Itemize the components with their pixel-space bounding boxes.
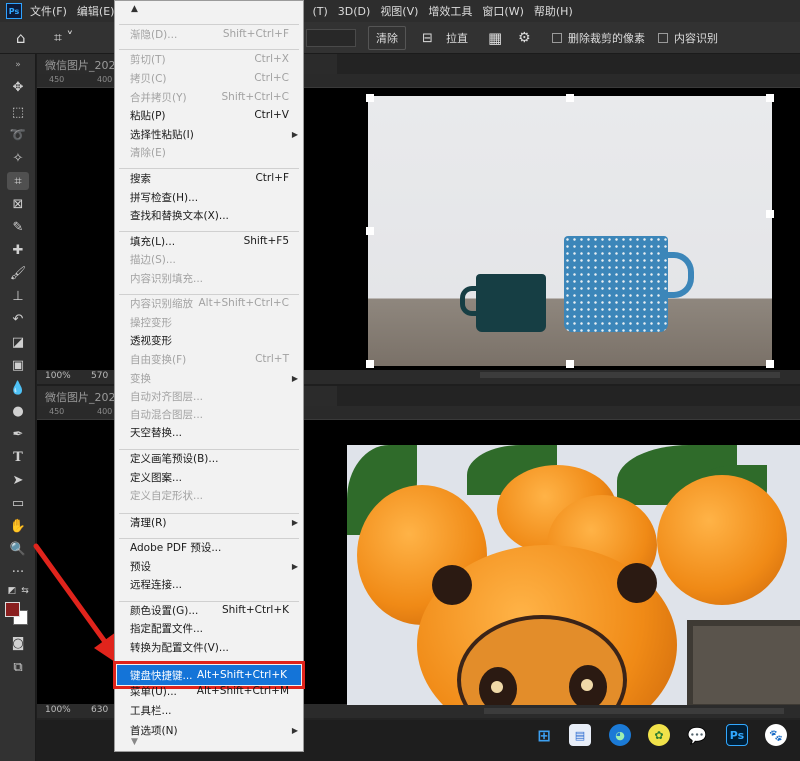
submenu-arrow-icon: ▶ [291, 517, 298, 527]
scroll-up-icon[interactable]: ▲ [115, 1, 303, 21]
menu-item-shortcut: Shift+Ctrl+F [222, 28, 289, 40]
menu-item-label: 清除(E) [130, 146, 166, 159]
menu-item-label: 拼写检查(H)... [130, 191, 199, 204]
menu-item-label: 预设 [130, 560, 151, 573]
menu-item-label: 透视变形 [130, 334, 172, 347]
menu-item-label: 定义图案... [130, 471, 183, 484]
submenu-arrow-icon: ▶ [291, 561, 298, 571]
menu-item[interactable]: 远程连接... [115, 575, 303, 593]
menu-item[interactable]: 搜索 Ctrl+F [115, 169, 303, 187]
menu-item-label: 搜索 [130, 172, 151, 185]
menu-item-label: 键盘快捷键... [130, 669, 193, 682]
menu-item-label: 转换为配置文件(V)... [130, 641, 229, 654]
edit-menu-dropdown: ▲ ▼ 渐隐(D)... Shift+Ctrl+F 剪切(T) Ctrl+X 拷贝(C)… [113, 0, 305, 752]
menu-item-label: 远程连接... [130, 578, 183, 591]
menu-item[interactable]: 剪切(T) Ctrl+X [115, 50, 303, 68]
menu-item-shortcut: Ctrl+C [254, 72, 289, 84]
menu-item[interactable]: 自动对齐图层... [115, 387, 303, 405]
menu-item[interactable]: 菜单(U)... Alt+Shift+Ctrl+M [115, 682, 303, 700]
menu-item[interactable]: 天空替换... [115, 423, 303, 441]
menu-item-label: 自由变换(F) [130, 353, 187, 366]
menu-item[interactable]: 清除(E) [115, 143, 303, 161]
menu-item-shortcut: Ctrl+F [255, 172, 289, 184]
menu-item-label: 清理(R) [130, 516, 167, 529]
menu-item-shortcut: Alt+Shift+Ctrl+K [196, 669, 287, 681]
menu-item[interactable]: 选择性粘贴(I) ▶ [115, 125, 303, 143]
menu-item-shortcut: Ctrl+V [254, 109, 289, 121]
menu-item-label: 定义自定形状... [130, 489, 204, 502]
menu-item[interactable]: 变换 ▶ [115, 369, 303, 387]
menu-item[interactable]: 粘贴(P) Ctrl+V [115, 106, 303, 124]
menu-item-label: 菜单(U)... [130, 685, 177, 698]
menu-item[interactable]: 指定配置文件... [115, 619, 303, 637]
menu-item-label: 描边(S)... [130, 253, 176, 266]
menu-item-label: 颜色设置(G)... [130, 604, 199, 617]
menu-item-shortcut: Ctrl+X [254, 53, 289, 65]
menu-item[interactable]: 自由变换(F) Ctrl+T [115, 350, 303, 368]
menu-item-label: 定义画笔预设(B)... [130, 452, 219, 465]
menu-item[interactable]: 内容识别填充... [115, 269, 303, 287]
menu-item[interactable]: Adobe PDF 预设... [115, 538, 303, 556]
menu-item[interactable]: 合并拷贝(Y) Shift+Ctrl+C [115, 88, 303, 106]
menu-item-label: 指定配置文件... [130, 622, 204, 635]
menu-item[interactable]: 查找和替换文本(X)... [115, 206, 303, 224]
menu-item[interactable]: 内容识别缩放 Alt+Shift+Ctrl+C [115, 294, 303, 312]
menu-item-label: 拷贝(C) [130, 72, 167, 85]
menu-item-label: 变换 [130, 372, 151, 385]
menu-item[interactable]: 颜色设置(G)... Shift+Ctrl+K [115, 601, 303, 619]
menu-item[interactable]: 定义图案... [115, 468, 303, 486]
menu-item-shortcut: Alt+Shift+Ctrl+C [198, 297, 290, 309]
menu-item[interactable]: 渐隐(D)... Shift+Ctrl+F [115, 25, 303, 43]
menu-item[interactable]: 透视变形 [115, 331, 303, 349]
menu-item-label: 剪切(T) [130, 53, 166, 66]
menu-item-shortcut: Shift+Ctrl+C [221, 91, 289, 103]
menu-item-label: 天空替换... [130, 426, 183, 439]
menu-item-label: 自动混合图层... [130, 408, 204, 421]
menu-item[interactable]: 操控变形 [115, 313, 303, 331]
menu-item-label: 查找和替换文本(X)... [130, 209, 229, 222]
menu-item[interactable]: 填充(L)... Shift+F5 [115, 232, 303, 250]
menu-item-label: 内容识别缩放 [130, 297, 193, 310]
menu-item-label: 填充(L)... [130, 235, 176, 248]
submenu-arrow-icon: ▶ [291, 725, 298, 735]
menu-item-label: 操控变形 [130, 316, 172, 329]
menu-item-label: 合并拷贝(Y) [130, 91, 187, 104]
menu-item-label: 选择性粘贴(I) [130, 128, 194, 141]
menu-item-label: 粘贴(P) [130, 109, 166, 122]
menu-item[interactable]: 首选项(N) ▶ [115, 721, 303, 739]
menu-item[interactable]: 拷贝(C) Ctrl+C [115, 69, 303, 87]
menu-item-label: 渐隐(D)... [130, 28, 178, 41]
submenu-arrow-icon: ▶ [291, 129, 298, 139]
submenu-arrow-icon: ▶ [291, 373, 298, 383]
menu-item[interactable]: 定义画笔预设(B)... [115, 449, 303, 467]
menu-item[interactable]: 工具栏... [115, 701, 303, 719]
menu-item-label: Adobe PDF 预设... [130, 541, 222, 554]
menu-item[interactable]: 清理(R) ▶ [115, 513, 303, 531]
menu-item[interactable]: 自动混合图层... [115, 405, 303, 423]
menu-item[interactable]: 定义自定形状... [115, 486, 303, 504]
menu-item[interactable]: 预设 ▶ [115, 557, 303, 575]
menu-item-label: 工具栏... [130, 704, 172, 717]
menu-item-shortcut: Shift+F5 [243, 235, 289, 247]
menu-item[interactable]: 转换为配置文件(V)... [115, 638, 303, 656]
menu-item-shortcut: Ctrl+T [255, 353, 289, 365]
menu-item-shortcut: Shift+Ctrl+K [221, 604, 289, 616]
menu-item-label: 自动对齐图层... [130, 390, 204, 403]
menu-item[interactable]: 拼写检查(H)... [115, 188, 303, 206]
menu-item-label: 首选项(N) [130, 724, 178, 737]
menu-item[interactable]: 描边(S)... [115, 250, 303, 268]
menu-item-shortcut: Alt+Shift+Ctrl+M [196, 685, 289, 697]
menu-item-label: 内容识别填充... [130, 272, 204, 285]
